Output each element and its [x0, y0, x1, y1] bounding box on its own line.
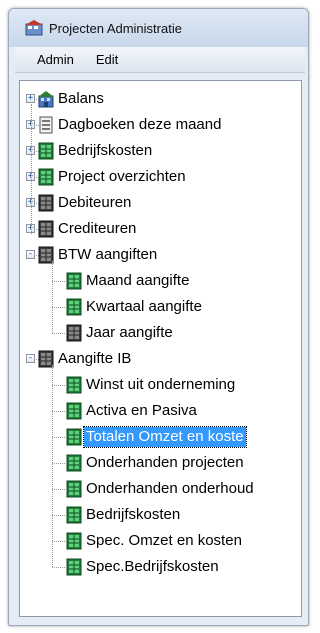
tree-node-label[interactable]: Kwartaal aangifte: [84, 297, 204, 317]
dark-ledger-icon: [38, 194, 54, 212]
tree-connector: [52, 281, 65, 282]
green-ledger-icon: [38, 168, 54, 186]
green-ledger-icon: [66, 376, 82, 394]
tree-node-label[interactable]: Activa en Pasiva: [84, 401, 199, 421]
tree-node-label[interactable]: Maand aangifte: [84, 271, 191, 291]
tree-node-label[interactable]: BTW aangiften: [56, 245, 159, 265]
menu-edit[interactable]: Edit: [92, 50, 122, 69]
collapse-toggle[interactable]: -: [26, 250, 35, 259]
green-ledger-icon: [66, 298, 82, 316]
tree-node-label[interactable]: Dagboeken deze maand: [56, 115, 223, 135]
tree-connector: [52, 541, 65, 542]
tree-node-label[interactable]: Jaar aangifte: [84, 323, 175, 343]
tree-connector: [31, 104, 32, 234]
green-ledger-icon: [66, 558, 82, 576]
tree-node-label[interactable]: Balans: [56, 89, 106, 109]
green-ledger-icon: [66, 402, 82, 420]
tree-connector: [52, 437, 65, 438]
green-ledger-icon: [66, 532, 82, 550]
menu-bar: Admin Edit: [15, 47, 305, 73]
dark-ledger-icon: [38, 220, 54, 238]
window-title: Projecten Administratie: [49, 20, 182, 36]
tree-node-label[interactable]: Spec. Omzet en kosten: [84, 531, 244, 551]
tree-node-label-selected[interactable]: Totalen Omzet en koste: [83, 426, 247, 448]
menu-admin[interactable]: Admin: [33, 50, 78, 69]
tree-node-label[interactable]: Winst uit onderneming: [84, 375, 237, 395]
green-ledger-icon: [66, 506, 82, 524]
green-ledger-icon: [66, 480, 82, 498]
collapse-toggle[interactable]: -: [26, 354, 35, 363]
tree-node-label[interactable]: Crediteuren: [56, 219, 138, 239]
tree-connector: [52, 567, 65, 568]
building-icon: [38, 90, 54, 108]
tree-connector: [52, 489, 65, 490]
tree-connector: [52, 365, 53, 567]
tree-node-label[interactable]: Onderhanden onderhoud: [84, 479, 256, 499]
green-ledger-icon: [66, 428, 82, 446]
tree-view[interactable]: + Balans + Dagboeken deze maand + Bedrijfskos…: [19, 80, 302, 617]
tree-connector: [52, 411, 65, 412]
tree-connector: [52, 261, 53, 333]
tree-node-label[interactable]: Debiteuren: [56, 193, 133, 213]
tree-connector: [52, 307, 65, 308]
tree-node-label[interactable]: Bedrijfskosten: [56, 141, 154, 161]
tree-node-label[interactable]: Onderhanden projecten: [84, 453, 246, 473]
app-icon: [25, 20, 43, 36]
expand-toggle[interactable]: +: [26, 94, 35, 103]
tree-connector: [52, 333, 65, 334]
tree-node-label[interactable]: Project overzichten: [56, 167, 188, 187]
green-ledger-icon: [66, 272, 82, 290]
dark-ledger-icon: [66, 324, 82, 342]
tree-node-label[interactable]: Bedrijfskosten: [84, 505, 182, 525]
journal-icon: [38, 116, 54, 134]
app-window: Projecten Administratie Admin Edit + Bala…: [8, 8, 309, 626]
tree-connector: [52, 385, 65, 386]
green-ledger-icon: [66, 454, 82, 472]
title-bar[interactable]: Projecten Administratie: [9, 9, 308, 47]
green-ledger-icon: [38, 142, 54, 160]
tree-connector: [52, 515, 65, 516]
tree-node-label[interactable]: Aangifte IB: [56, 349, 133, 369]
tree-node-label[interactable]: Spec.Bedrijfskosten: [84, 557, 221, 577]
tree-connector: [52, 463, 65, 464]
